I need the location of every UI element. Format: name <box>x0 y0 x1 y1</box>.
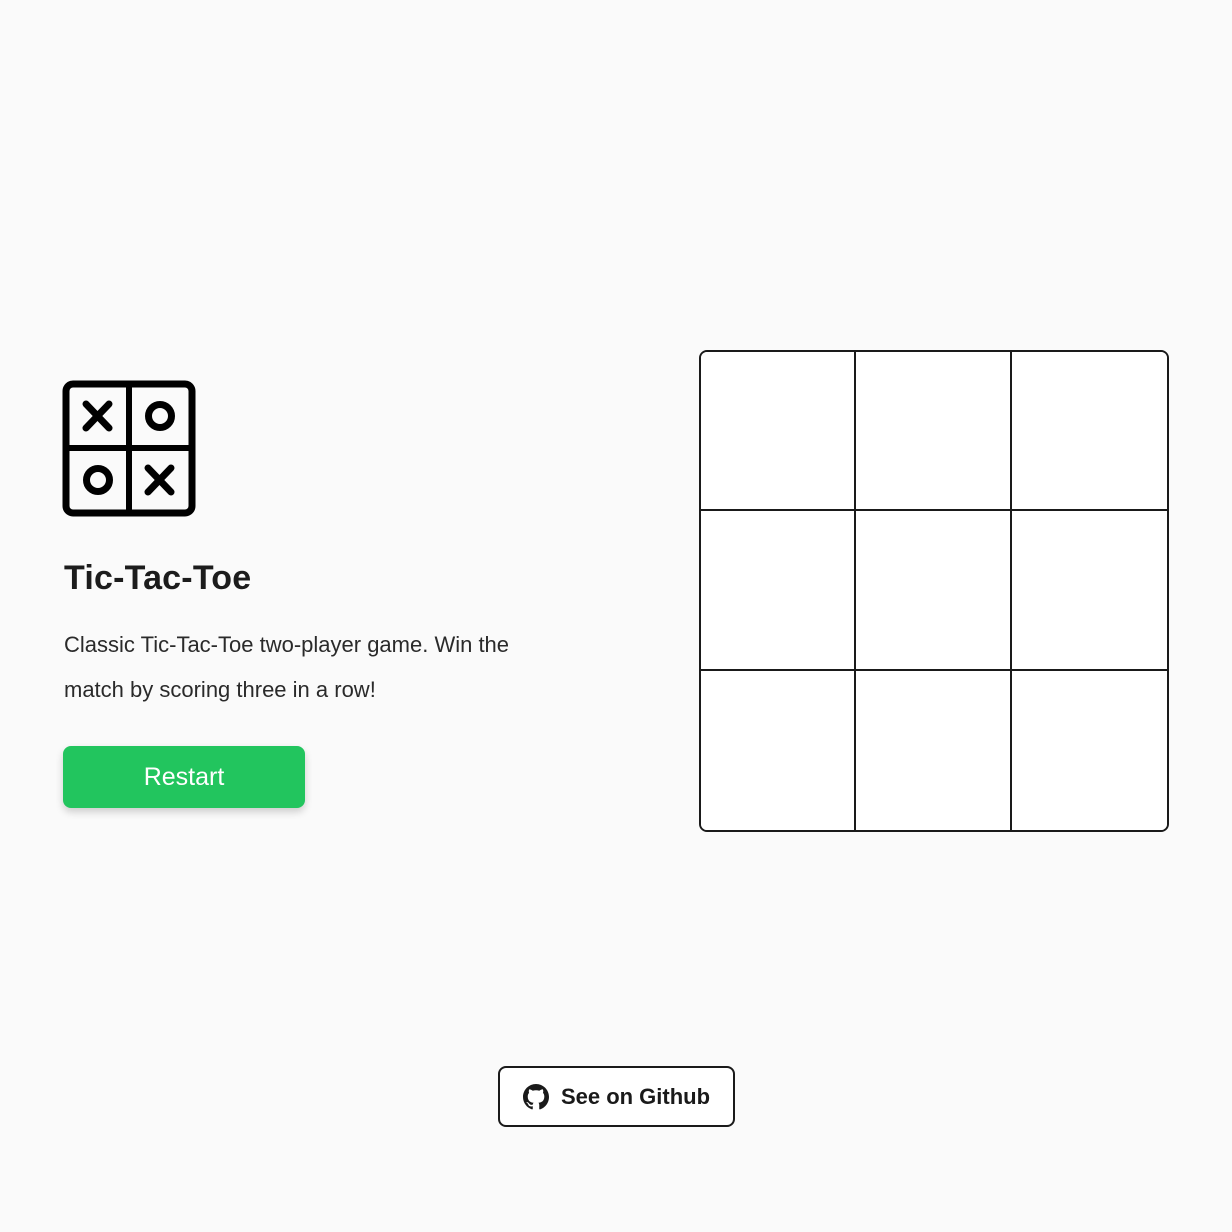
github-link-label: See on Github <box>560 1083 711 1109</box>
board-cell-4[interactable] <box>701 511 857 671</box>
game-board <box>699 350 1169 832</box>
restart-button[interactable]: Restart <box>63 746 305 808</box>
board-cell-8[interactable] <box>856 670 1012 830</box>
page-title: Tic-Tac-Toe <box>64 559 252 597</box>
board-cell-9[interactable] <box>1011 670 1167 830</box>
board-cell-5[interactable] <box>856 511 1012 671</box>
tic-tac-toe-logo-icon <box>62 380 196 517</box>
board-cell-6[interactable] <box>1011 511 1167 671</box>
game-description: Classic Tic-Tac-Toe two-player game. Win… <box>64 632 510 702</box>
github-icon <box>522 1083 549 1110</box>
board-cell-7[interactable] <box>701 670 857 830</box>
board-cell-1[interactable] <box>701 352 857 512</box>
board-cell-2[interactable] <box>856 352 1012 512</box>
github-link-button[interactable]: See on Github <box>498 1066 735 1127</box>
board-cell-3[interactable] <box>1011 352 1167 512</box>
page: Tic-Tac-Toe Classic Tic-Tac-Toe two-play… <box>0 0 1232 1232</box>
